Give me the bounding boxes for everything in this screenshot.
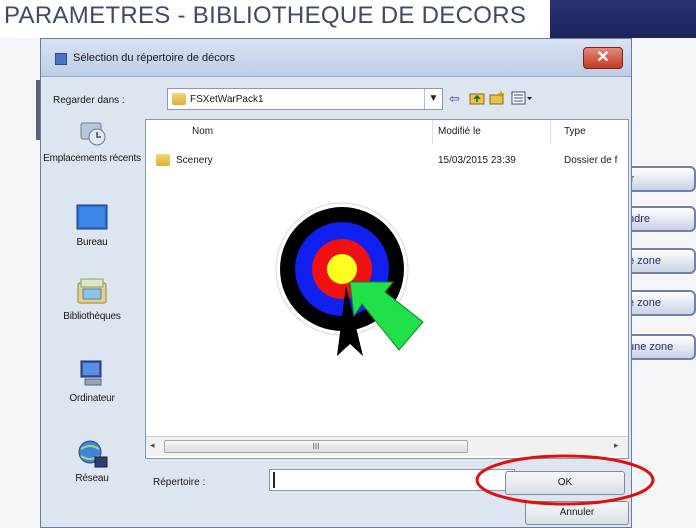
highlight-ellipse [475,454,655,506]
screenshot: PARAMETRES - BIBLIOTHEQUE DE DECORS ir n… [0,0,696,528]
annotation-layer [275,202,655,506]
